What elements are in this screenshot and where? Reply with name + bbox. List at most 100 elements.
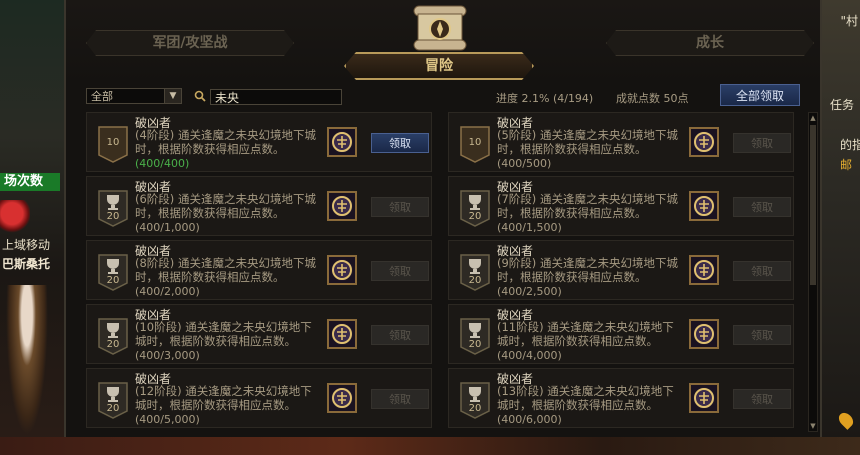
achievement-progress: (400/400) (135, 157, 190, 170)
achievement-points-readout: 成就点数 50点 (616, 90, 689, 106)
badge-points: 20 (106, 211, 120, 222)
reward-item-icon[interactable] (689, 255, 719, 285)
game-background-right (822, 0, 860, 455)
achievement-description: (9阶段) 通关逢魔之未央幻境地下城时，根据阶数获得相应点数。 (497, 256, 678, 284)
game-background-bottom (0, 437, 860, 455)
trophy-badge-icon: 20 (97, 317, 129, 355)
achievement-card: 20 破凶者 (7阶段) 通关逢魔之未央幻境地下城时，根据阶数获得相应点数。 (400… (448, 176, 794, 236)
achievement-description: (12阶段) 通关逢魔之未央幻境地下城时，根据阶数获得相应点数。 (135, 384, 312, 412)
claim-button: 领取 (371, 389, 429, 409)
achievement-description: (13阶段) 通关逢魔之未央幻境地下城时，根据阶数获得相应点数。 (497, 384, 674, 412)
reward-item-icon[interactable] (327, 319, 357, 349)
progress-readout: 进度 2.1% (4/194) (496, 90, 593, 106)
guide-label: 的指 (840, 138, 860, 152)
quest-label[interactable]: 任务 (830, 96, 860, 113)
achievement-card: 20 破凶者 (9阶段) 通关逢魔之未央幻境地下城时，根据阶数获得相应点数。 (400… (448, 240, 794, 300)
achievement-list: 10 破凶者 (4阶段) 通关逢魔之未央幻境地下城时，根据阶数获得相应点数。 (400… (86, 112, 798, 432)
badge-points: 20 (106, 403, 120, 414)
claim-button: 领取 (733, 389, 791, 409)
badge-points: 10 (468, 137, 482, 148)
scroll-down-icon[interactable]: ▼ (809, 421, 817, 431)
trophy-badge-icon: 20 (459, 253, 491, 291)
achievement-panel: 军团/攻坚战 成长 冒险 全部 ▼ 未央 进度 2.1% (4/194) 成就点… (64, 0, 822, 437)
achievement-description: (10阶段) 通关逢魔之未央幻境地下城时，根据阶数获得相应点数。 (135, 320, 312, 348)
claim-button: 领取 (733, 261, 791, 281)
dungeon-count-badge: 场次数 (0, 173, 60, 191)
achievement-card: 20 破凶者 (10阶段) 通关逢魔之未央幻境地下城时，根据阶数获得相应点数。 (40… (86, 304, 432, 364)
achievement-card: 20 破凶者 (6阶段) 通关逢魔之未央幻境地下城时，根据阶数获得相应点数。 (400… (86, 176, 432, 236)
achievement-progress: (400/4,000) (497, 349, 562, 362)
reward-item-icon[interactable] (327, 191, 357, 221)
achievement-progress: (400/6,000) (497, 413, 562, 426)
achievement-progress: (400/1,500) (497, 221, 562, 234)
player-character (6, 285, 48, 435)
reward-item-icon[interactable] (689, 319, 719, 349)
achievement-card: 20 破凶者 (12阶段) 通关逢魔之未央幻境地下城时，根据阶数获得相应点数。 (40… (86, 368, 432, 428)
trophy-badge-icon: 20 (459, 189, 491, 227)
flag-badge-icon: 10 (459, 125, 491, 163)
trophy-badge-icon: 20 (97, 189, 129, 227)
reward-item-icon[interactable] (689, 191, 719, 221)
badge-points: 20 (106, 275, 120, 286)
mail-label[interactable]: 邮 (840, 156, 860, 173)
reward-item-icon[interactable] (327, 383, 357, 413)
claim-button: 领取 (371, 261, 429, 281)
achievement-description: (7阶段) 通关逢魔之未央幻境地下城时，根据阶数获得相应点数。 (497, 192, 678, 220)
scroll-compass-emblem-icon (413, 5, 467, 51)
search-icon (194, 90, 206, 102)
tab-adventure[interactable]: 冒险 (344, 52, 534, 80)
category-select-value: 全部 (91, 90, 113, 103)
area-move-label: 上域移动 (2, 238, 51, 252)
achievement-card: 20 破凶者 (8阶段) 通关逢魔之未央幻境地下城时，根据阶数获得相应点数。 (400… (86, 240, 432, 300)
claim-all-button[interactable]: 全部领取 (720, 84, 800, 106)
trophy-badge-icon: 20 (459, 381, 491, 419)
category-select[interactable]: 全部 ▼ (86, 88, 182, 104)
points-value: 50点 (663, 92, 689, 105)
achievement-description: (8阶段) 通关逢魔之未央幻境地下城时，根据阶数获得相应点数。 (135, 256, 316, 284)
achievement-card: 10 破凶者 (4阶段) 通关逢魔之未央幻境地下城时，根据阶数获得相应点数。 (400… (86, 112, 432, 172)
search-input[interactable]: 未央 (210, 89, 342, 105)
mail-alert-icon (0, 200, 30, 234)
reward-item-icon[interactable] (689, 383, 719, 413)
achievement-card: 20 破凶者 (13阶段) 通关逢魔之未央幻境地下城时，根据阶数获得相应点数。 (40… (448, 368, 794, 428)
claim-button: 领取 (371, 325, 429, 345)
achievement-progress: (400/3,000) (135, 349, 200, 362)
claim-button[interactable]: 领取 (371, 133, 429, 153)
scroll-up-icon[interactable]: ▲ (809, 113, 817, 123)
village-label: "村 (840, 14, 858, 28)
progress-label: 进度 (496, 92, 518, 105)
achievement-card: 10 破凶者 (5阶段) 通关逢魔之未央幻境地下城时，根据阶数获得相应点数。 (400… (448, 112, 794, 172)
badge-points: 20 (468, 211, 482, 222)
tab-guild-siege[interactable]: 军团/攻坚战 (86, 30, 294, 56)
achievement-progress: (400/2,000) (135, 285, 200, 298)
tab-growth[interactable]: 成长 (606, 30, 814, 56)
claim-button: 领取 (733, 133, 791, 153)
achievement-card: 20 破凶者 (11阶段) 通关逢魔之未央幻境地下城时，根据阶数获得相应点数。 (40… (448, 304, 794, 364)
achievement-description: (6阶段) 通关逢魔之未央幻境地下城时，根据阶数获得相应点数。 (135, 192, 316, 220)
reward-item-icon[interactable] (327, 255, 357, 285)
reward-item-icon[interactable] (689, 127, 719, 157)
achievement-progress: (400/5,000) (135, 413, 200, 426)
achievement-progress: (400/500) (497, 157, 552, 170)
badge-points: 20 (468, 339, 482, 350)
location-name-label: 巴斯桑托 (2, 257, 51, 271)
badge-points: 10 (106, 137, 120, 148)
trophy-badge-icon: 20 (97, 381, 129, 419)
achievement-progress: (400/2,500) (497, 285, 562, 298)
achievement-description: (5阶段) 通关逢魔之未央幻境地下城时，根据阶数获得相应点数。 (497, 128, 678, 156)
badge-points: 20 (468, 275, 482, 286)
badge-points: 20 (106, 339, 120, 350)
scroll-thumb[interactable] (810, 125, 816, 285)
claim-button: 领取 (733, 197, 791, 217)
achievement-description: (4阶段) 通关逢魔之未央幻境地下城时，根据阶数获得相应点数。 (135, 128, 316, 156)
claim-button: 领取 (733, 325, 791, 345)
trophy-badge-icon: 20 (97, 253, 129, 291)
list-scrollbar[interactable]: ▲ ▼ (808, 112, 818, 432)
chevron-down-icon[interactable]: ▼ (164, 89, 181, 103)
badge-points: 20 (468, 403, 482, 414)
reward-item-icon[interactable] (327, 127, 357, 157)
achievement-description: (11阶段) 通关逢魔之未央幻境地下城时，根据阶数获得相应点数。 (497, 320, 674, 348)
points-label: 成就点数 (616, 92, 660, 105)
claim-button: 领取 (371, 197, 429, 217)
progress-value: 2.1% (4/194) (521, 92, 594, 105)
